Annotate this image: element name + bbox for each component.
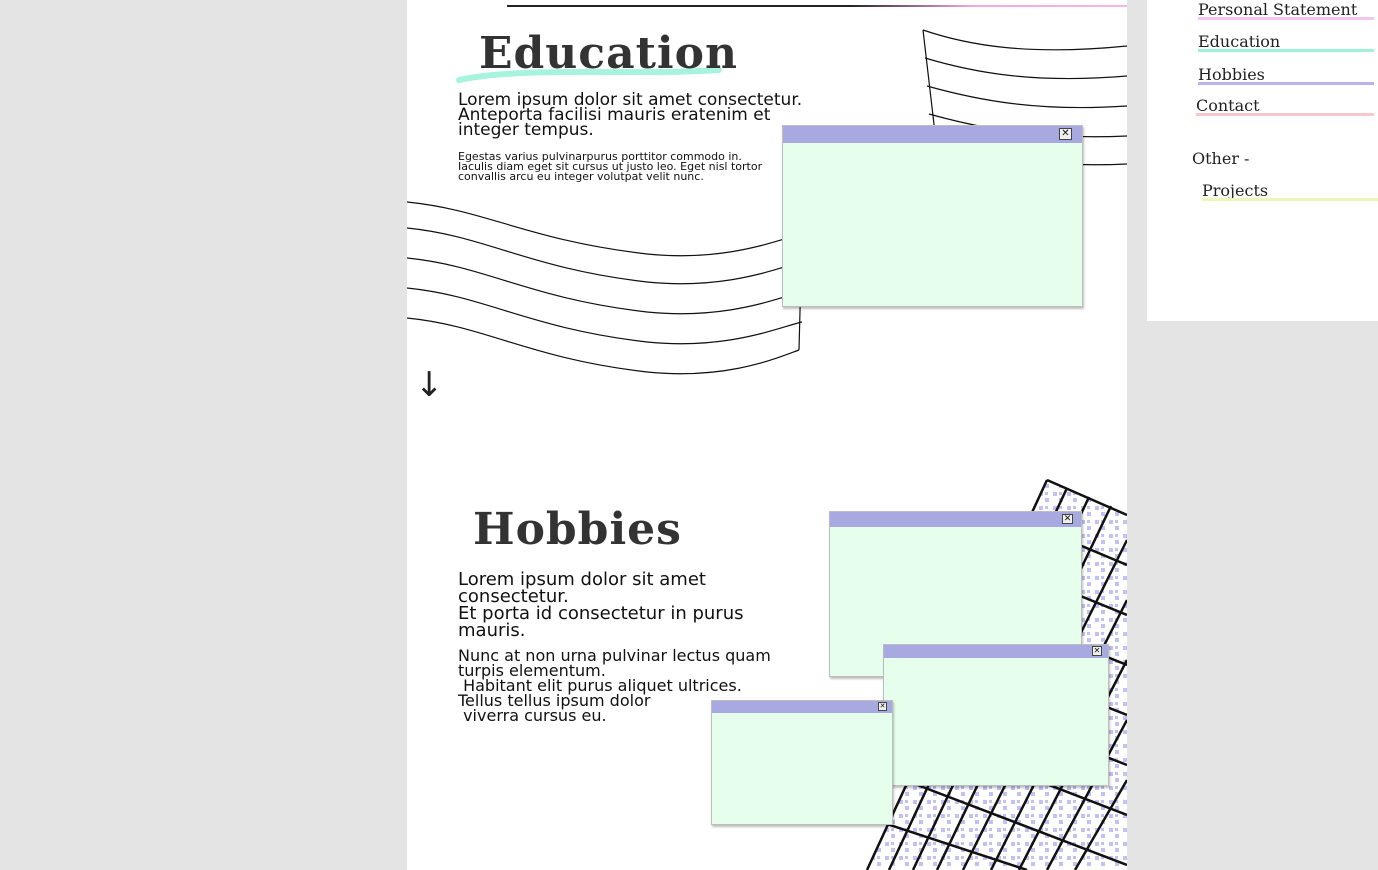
text-line: mauris.	[458, 620, 526, 641]
close-icon[interactable]: ✕	[878, 702, 887, 711]
close-icon[interactable]: ✕	[1059, 128, 1072, 140]
nav-item-other[interactable]: Other -	[1192, 149, 1249, 168]
hobbies-window-2[interactable]: ✕	[883, 644, 1109, 786]
hobbies-heading: Hobbies	[473, 504, 682, 555]
education-window[interactable]: ✕	[782, 125, 1083, 307]
hobbies-lead-text: Lorem ipsum dolor sit amet consectetur. …	[458, 571, 744, 641]
hobbies-window-3[interactable]: ✕	[711, 700, 893, 825]
close-icon[interactable]: ✕	[1062, 514, 1073, 524]
window-titlebar[interactable]: ✕	[884, 645, 1108, 658]
nav-underline	[1196, 113, 1374, 116]
window-titlebar[interactable]: ✕	[783, 126, 1082, 143]
main-page: Education Lorem ipsum dolor sit amet con…	[407, 0, 1127, 870]
nav-underline	[1198, 82, 1374, 85]
education-heading: Education	[479, 28, 738, 79]
education-lead-text: Lorem ipsum dolor sit amet consectetur. …	[458, 92, 802, 140]
window-titlebar[interactable]: ✕	[712, 701, 892, 713]
text-line: convallis arcu eu integer volutpat velit…	[458, 170, 704, 183]
text-line: integer tempus.	[458, 120, 594, 140]
arrow-down-icon[interactable]: ↓	[415, 368, 444, 402]
side-navigation: Personal Statement Education Hobbies Con…	[1147, 0, 1378, 321]
close-icon[interactable]: ✕	[1092, 646, 1102, 656]
nav-underline	[1202, 198, 1378, 201]
nav-underline	[1198, 49, 1374, 52]
window-titlebar[interactable]: ✕	[830, 512, 1081, 527]
nav-underline	[1198, 17, 1374, 20]
education-detail-text: Egestas varius pulvinarpurus porttitor c…	[458, 151, 762, 183]
